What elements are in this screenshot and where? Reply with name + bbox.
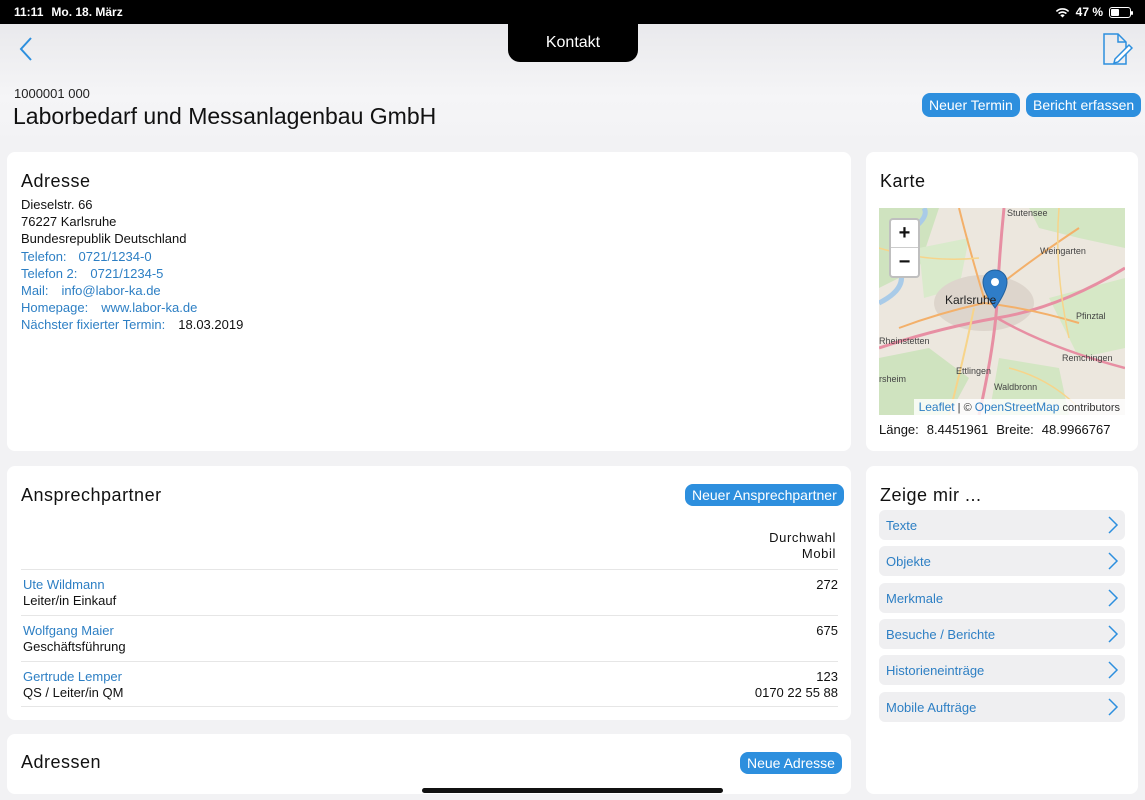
page-title: Kontakt <box>508 24 638 62</box>
show-me-title: Zeige mir ... <box>880 485 982 505</box>
longitude-label: Länge: <box>879 422 919 437</box>
place-label: Remchingen <box>1062 353 1113 363</box>
place-label: Ettlingen <box>956 366 992 376</box>
address-title: Adresse <box>21 171 91 191</box>
contacts-column-header: Durchwahl Mobil <box>769 530 836 562</box>
mail-label: Mail: <box>21 283 49 299</box>
place-label: Waldbronn <box>994 382 1038 392</box>
mail-link[interactable]: info@labor-ka.de <box>61 283 160 298</box>
phone-label: Telefon: <box>21 248 67 264</box>
company-name: Laborbedarf und Messanlagenbau GmbH <box>13 103 437 129</box>
contact-extension: 675 <box>816 623 838 638</box>
country: Bundesrepublik Deutschland <box>21 231 187 247</box>
city: 76227 Karlsruhe <box>21 214 117 230</box>
map-zoom-control: + − <box>889 218 920 278</box>
column-extension: Durchwahl <box>769 530 836 545</box>
customer-number: 1000001 000 <box>14 86 90 101</box>
coordinates: Länge: 8.4451961 Breite: 48.9966767 <box>879 422 1110 437</box>
create-report-button[interactable]: Bericht erfassen <box>1026 93 1142 117</box>
show-item-label: Texte <box>886 517 918 533</box>
street: Dieselstr. 66 <box>21 197 93 212</box>
show-item-historieneintraege[interactable]: Historieneinträge <box>879 655 1125 685</box>
new-contact-button[interactable]: Neuer Ansprechpartner <box>685 484 844 506</box>
new-address-button[interactable]: Neue Adresse <box>740 752 842 774</box>
show-me-card: Zeige mir ... Texte Objekte Merkmale Bes… <box>866 466 1138 794</box>
phone2-label: Telefon 2: <box>21 265 78 281</box>
contact-role: Leiter/in Einkauf <box>23 593 117 608</box>
place-label: rsheim <box>879 374 907 384</box>
next-appointment-date: 18.03.2019 <box>178 317 244 333</box>
chevron-right-icon <box>1108 625 1119 643</box>
place-label: Weingarten <box>1040 246 1086 256</box>
addresses-title: Adressen <box>21 752 102 772</box>
show-item-texte[interactable]: Texte <box>879 510 1125 540</box>
table-row[interactable]: Gertrude Lemper QS / Leiter/in QM 123 01… <box>21 661 838 707</box>
contacts-title: Ansprechpartner <box>21 485 162 505</box>
chevron-right-icon <box>1108 661 1119 679</box>
attr-contributors: contributors <box>1059 402 1120 414</box>
leaflet-link[interactable]: Leaflet <box>919 400 955 414</box>
show-item-merkmale[interactable]: Merkmale <box>879 583 1125 613</box>
table-row[interactable]: Ute Wildmann Leiter/in Einkauf 272 <box>21 569 838 615</box>
contact-extension: 123 <box>816 669 838 684</box>
show-item-label: Merkmale <box>886 590 944 606</box>
address-card: Adresse Dieselstr. 66 76227 Karlsruhe Bu… <box>7 152 851 451</box>
status-time: 11:11 <box>14 5 44 19</box>
zoom-in-button[interactable]: + <box>891 220 918 248</box>
attr-separator: | © <box>954 402 975 414</box>
back-chevron-icon[interactable] <box>14 34 40 64</box>
place-label: Stutensee <box>1007 208 1048 218</box>
contact-role: QS / Leiter/in QM <box>23 685 124 700</box>
chevron-right-icon <box>1108 698 1119 716</box>
contact-name[interactable]: Wolfgang Maier <box>23 623 114 639</box>
show-item-besuche-berichte[interactable]: Besuche / Berichte <box>879 619 1125 649</box>
table-row[interactable]: Wolfgang Maier Geschäftsführung 675 <box>21 615 838 661</box>
latitude-label: Breite: <box>996 422 1034 437</box>
document-edit-icon[interactable] <box>1101 32 1133 66</box>
contact-name[interactable]: Gertrude Lemper <box>23 669 122 685</box>
contacts-card: Ansprechpartner Neuer Ansprechpartner Du… <box>7 466 851 720</box>
show-item-mobile-auftraege[interactable]: Mobile Aufträge <box>879 692 1125 722</box>
contact-name[interactable]: Ute Wildmann <box>23 577 105 593</box>
place-label: Rheinstetten <box>879 336 930 346</box>
map-card: Karte Stutensee Weingarten Karlsruhe Pfi… <box>866 152 1138 451</box>
addresses-card: Adressen Neue Adresse <box>7 734 851 794</box>
show-item-label: Objekte <box>886 553 931 569</box>
battery-percent: 47 % <box>1075 5 1103 19</box>
phone2-link[interactable]: 0721/1234-5 <box>90 266 163 281</box>
latitude-value: 48.9966767 <box>1041 422 1111 437</box>
chevron-right-icon <box>1108 552 1119 570</box>
new-appointment-button[interactable]: Neuer Termin <box>922 93 1020 117</box>
place-label: Pfinztal <box>1076 311 1106 321</box>
status-date: Mo. 18. März <box>51 5 123 19</box>
contact-extension: 272 <box>816 577 838 592</box>
homepage-link[interactable]: www.labor-ka.de <box>101 300 197 315</box>
show-item-label: Besuche / Berichte <box>886 626 996 642</box>
zoom-out-button[interactable]: − <box>891 248 918 276</box>
map-view[interactable]: Stutensee Weingarten Karlsruhe Pfinztal … <box>879 208 1125 415</box>
status-bar: 11:11 Mo. 18. März 47 % <box>0 0 1145 24</box>
phone-link[interactable]: 0721/1234-0 <box>79 249 152 264</box>
show-item-label: Mobile Aufträge <box>886 699 977 715</box>
map-title: Karte <box>880 171 926 191</box>
column-mobile: Mobil <box>801 546 836 561</box>
show-item-label: Historieneinträge <box>886 662 985 678</box>
home-indicator[interactable] <box>422 788 723 793</box>
battery-icon <box>1109 6 1133 18</box>
map-attribution: Leaflet | © OpenStreetMap contributors <box>913 399 1125 415</box>
wifi-icon <box>1055 7 1069 17</box>
contact-role: Geschäftsführung <box>23 639 126 654</box>
homepage-label: Homepage: <box>21 300 89 316</box>
longitude-value: 8.4451961 <box>926 422 989 437</box>
contact-mobile: 0170 22 55 88 <box>754 685 838 700</box>
chevron-right-icon <box>1108 516 1119 534</box>
osm-link[interactable]: OpenStreetMap <box>975 400 1060 414</box>
show-item-objekte[interactable]: Objekte <box>879 546 1125 576</box>
next-appointment-label: Nächster fixierter Termin: <box>21 317 166 333</box>
header: Kontakt 1000001 000 Laborbedarf und Mess… <box>0 24 1145 146</box>
place-label: Karlsruhe <box>945 293 997 307</box>
chevron-right-icon <box>1108 589 1119 607</box>
